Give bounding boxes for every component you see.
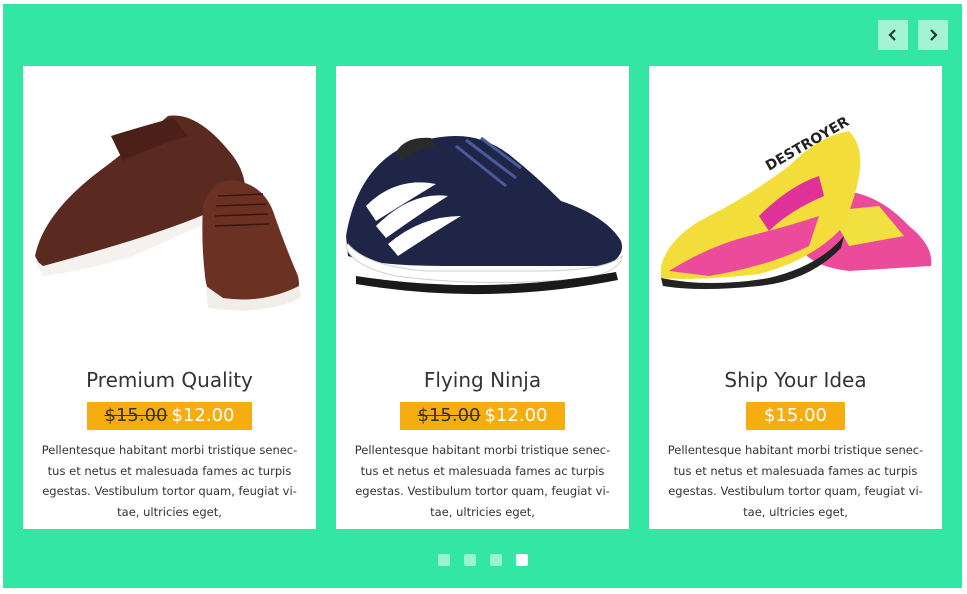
pagination-dot[interactable] <box>464 554 476 566</box>
price-container: $15.00 $12.00 <box>23 402 316 430</box>
current-price: $12.00 <box>484 405 548 426</box>
product-title[interactable]: Flying Ninja <box>336 368 629 392</box>
product-title[interactable]: Premium Quality <box>23 368 316 392</box>
product-card[interactable]: DESTROYER Ship Your Idea $15.00 Pellente… <box>649 66 942 529</box>
product-card[interactable]: Premium Quality $15.00 $12.00 Pellentesqu… <box>23 66 316 529</box>
old-price: $15.00 <box>417 405 481 426</box>
pagination-dot[interactable] <box>490 554 502 566</box>
product-description: Pellentesque habitant morbi tristique se… <box>41 443 298 519</box>
product-carousel: Premium Quality $15.00 $12.00 Pellentesqu… <box>3 4 962 588</box>
chevron-right-icon <box>930 29 938 41</box>
product-image-navy-sneaker[interactable] <box>336 66 629 356</box>
product-image-brown-shoes[interactable] <box>23 66 316 356</box>
price-container: $15.00 <box>649 402 942 430</box>
current-price: $15.00 <box>764 405 827 426</box>
product-title[interactable]: Ship Your Idea <box>649 368 942 392</box>
prev-button[interactable] <box>878 20 908 50</box>
carousel-pagination <box>438 554 528 566</box>
chevron-left-icon <box>888 29 896 41</box>
price-container: $15.00 $12.00 <box>336 402 629 430</box>
price-tag: $15.00 $12.00 <box>399 402 566 430</box>
price-tag: $15.00 $12.00 <box>86 402 253 430</box>
pagination-dot[interactable] <box>438 554 450 566</box>
product-image-pink-football-boots[interactable]: DESTROYER <box>649 66 942 356</box>
next-button[interactable] <box>918 20 948 50</box>
product-description: Pellentesque habitant morbi tristique se… <box>667 443 924 519</box>
price-tag: $15.00 <box>746 402 845 430</box>
current-price: $12.00 <box>171 405 235 426</box>
pagination-dot-active[interactable] <box>516 554 528 566</box>
product-description: Pellentesque habitant morbi tristique se… <box>354 443 611 519</box>
old-price: $15.00 <box>104 405 168 426</box>
product-card[interactable]: Flying Ninja $15.00 $12.00 Pellentesque h… <box>336 66 629 529</box>
